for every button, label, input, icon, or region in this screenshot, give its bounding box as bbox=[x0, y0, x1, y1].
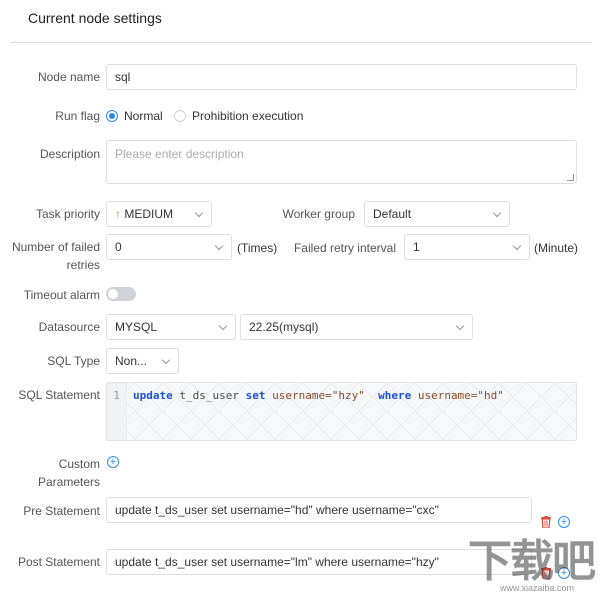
task-priority-label: Task priority bbox=[35, 207, 100, 221]
pre-statement-input[interactable]: update t_ds_user set username="hd" where… bbox=[106, 497, 532, 523]
sql-statement-label: SQL Statement bbox=[18, 388, 100, 402]
task-priority-value: MEDIUM bbox=[124, 207, 174, 221]
custom-parameters-label-line2: Parameters bbox=[37, 475, 100, 489]
sql-token-assign: username="hzy" bbox=[265, 389, 379, 402]
run-flag-normal-radio[interactable] bbox=[106, 110, 118, 122]
retry-interval-select[interactable]: 1 bbox=[404, 234, 530, 260]
node-name-input[interactable]: sql bbox=[106, 64, 577, 90]
sql-editor[interactable]: 1 update t_ds_user set username="hzy" wh… bbox=[106, 382, 577, 441]
failed-retries-label-line2: retries bbox=[66, 258, 100, 272]
sql-type-label: SQL Type bbox=[47, 354, 100, 368]
worker-group-select[interactable]: Default bbox=[364, 201, 510, 227]
description-label: Description bbox=[39, 147, 100, 161]
custom-parameters-label: Custom Parameters bbox=[0, 457, 100, 490]
sql-keyword-where: where bbox=[378, 389, 412, 402]
task-priority-select[interactable]: ↑ MEDIUM bbox=[106, 201, 212, 227]
sql-keyword-set: set bbox=[245, 389, 266, 402]
header-divider bbox=[10, 42, 592, 43]
watermark-logo: 下载吧 bbox=[468, 537, 596, 586]
add-custom-parameter-plus-icon[interactable]: + bbox=[107, 456, 119, 468]
datasource-instance-select[interactable]: 22.25(mysql) bbox=[240, 314, 473, 340]
failed-retries-select[interactable]: 0 bbox=[106, 234, 232, 260]
run-flag-label: Run flag bbox=[55, 109, 100, 123]
worker-group-label: Worker group bbox=[282, 207, 355, 221]
description-placeholder: Please enter description bbox=[115, 147, 244, 161]
failed-retries-label: Number of failed retries bbox=[0, 240, 100, 273]
run-flag-normal-label[interactable]: Normal bbox=[124, 109, 163, 123]
custom-parameters-label-line1: Custom bbox=[58, 457, 100, 471]
resize-grip-icon[interactable] bbox=[567, 174, 574, 181]
timeout-alarm-label: Timeout alarm bbox=[23, 288, 100, 302]
pre-statement-label: Pre Statement bbox=[23, 504, 100, 518]
watermark-url: www.xiazaiba.com bbox=[500, 583, 575, 593]
panel-title: Current node settings bbox=[28, 10, 162, 26]
priority-arrow-icon: ↑ bbox=[115, 207, 121, 221]
datasource-label: Datasource bbox=[38, 320, 100, 334]
line-number-gutter: 1 bbox=[107, 383, 127, 440]
sql-code-line: update t_ds_user set username="hzy" wher… bbox=[133, 389, 504, 402]
post-statement-label: Post Statement bbox=[17, 555, 100, 569]
description-textarea[interactable]: Please enter description bbox=[106, 140, 577, 184]
node-name-label: Node name bbox=[37, 70, 100, 84]
sql-token-table: t_ds_user bbox=[172, 389, 246, 402]
retry-interval-label: Failed retry interval bbox=[293, 241, 396, 255]
run-flag-prohibition-label[interactable]: Prohibition execution bbox=[192, 109, 303, 123]
sql-type-select[interactable]: Non... bbox=[106, 348, 179, 374]
datasource-type-select[interactable]: MYSQL bbox=[106, 314, 236, 340]
failed-retries-label-line1: Number of failed bbox=[11, 240, 100, 254]
run-flag-prohibition-radio[interactable] bbox=[174, 110, 186, 122]
timeout-alarm-toggle[interactable] bbox=[106, 287, 136, 301]
delete-pre-statement-trash-icon[interactable] bbox=[541, 516, 551, 528]
retry-interval-unit: (Minute) bbox=[534, 241, 579, 255]
sql-keyword-update: update bbox=[133, 389, 173, 402]
failed-retries-unit: (Times) bbox=[237, 241, 278, 255]
sql-token-condition: username="hd" bbox=[411, 389, 504, 402]
add-pre-statement-plus-icon[interactable]: + bbox=[558, 516, 570, 528]
